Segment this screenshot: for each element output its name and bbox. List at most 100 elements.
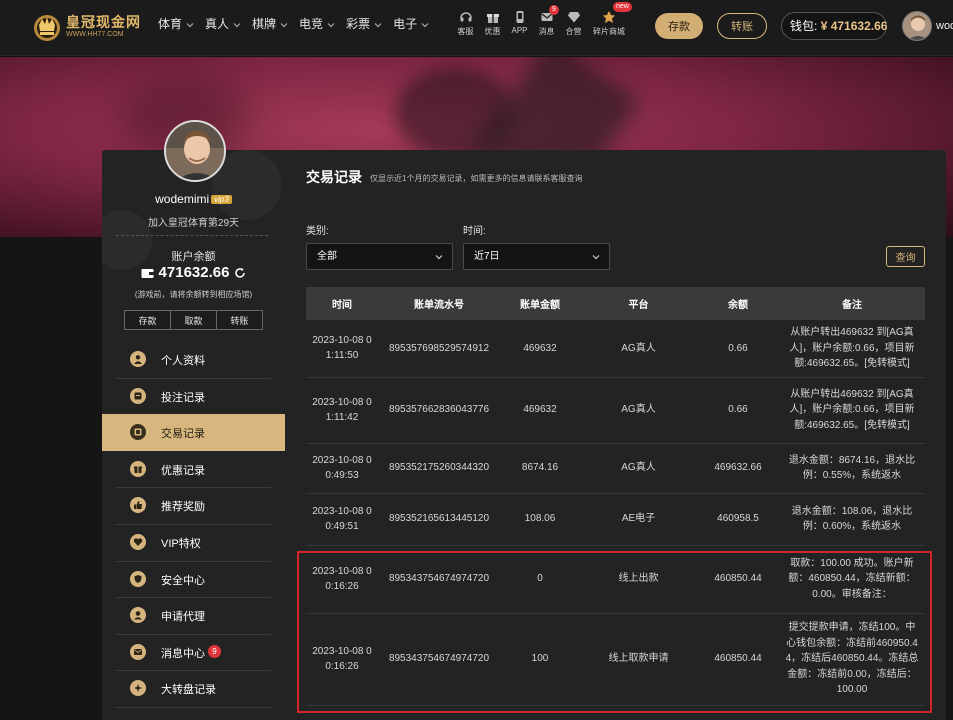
gift-icon — [130, 460, 146, 477]
cell-balance: 0.66 — [697, 377, 779, 444]
cell-platform: AG真人 — [580, 377, 697, 444]
wallet-balance[interactable]: 钱包: ¥ 471632.66 — [781, 12, 887, 40]
menu-item-agent[interactable]: 申请代理 — [102, 597, 285, 635]
quick-message[interactable]: 消息 9 — [533, 5, 560, 37]
cell-balance: 460850.44 — [697, 545, 779, 614]
profile-withdraw-button[interactable]: 取款 — [170, 310, 217, 330]
cell-note: 从账户转出469632 到[AG真人]，账户余额:0.66，项目新额:46963… — [779, 320, 925, 378]
quick-promo[interactable]: 优惠 — [479, 10, 506, 37]
transaction-table: 时间 账单流水号 账单金额 平台 余额 备注 2023-10-08 01:11:… — [306, 287, 925, 706]
menu-item-bet-records[interactable]: 投注记录 — [102, 378, 285, 416]
thumbs-up-icon — [130, 497, 146, 514]
quick-label: 消息 — [538, 27, 555, 36]
transaction-icon — [130, 424, 146, 441]
menu-item-referral[interactable]: 推荐奖励 — [102, 487, 285, 525]
menu-item-profile[interactable]: 个人资料 — [102, 341, 285, 379]
column-header: 余额 — [697, 287, 779, 320]
time-label: 时间: — [463, 226, 486, 237]
table-row: 2023-10-08 00:16:26 895343754674974720 0… — [306, 545, 925, 614]
menu-item-transactions[interactable]: 交易记录 — [102, 414, 285, 451]
crown-logo-icon — [34, 15, 60, 41]
page-title: 交易记录 — [306, 169, 362, 185]
cell-serial: 895352165613445120 — [378, 493, 500, 546]
quick-label: 合营 — [565, 27, 582, 36]
menu-label: 大转盘记录 — [161, 684, 216, 697]
time-select-value: 近7日 — [474, 251, 500, 262]
nav-item-sports[interactable]: 体育 — [158, 0, 195, 48]
brand-url: WWW.HH77.COM — [66, 31, 124, 38]
header-avatar[interactable] — [902, 11, 932, 41]
cell-amount: 8674.16 — [500, 443, 580, 494]
menu-item-promo-records[interactable]: 优惠记录 — [102, 451, 285, 489]
account-balance: 471632.66 — [102, 264, 285, 281]
query-button[interactable]: 查询 — [886, 246, 925, 267]
menu-item-wheel-records[interactable]: 大转盘记录 — [102, 670, 285, 708]
user-icon — [130, 351, 146, 367]
menu-label: 个人资料 — [161, 355, 205, 367]
nav-item-esports[interactable]: 电竞 — [299, 0, 336, 48]
nav-item-slots[interactable]: 电子 — [393, 0, 430, 48]
brand-title: 皇冠现金网 — [66, 14, 141, 30]
quick-shop[interactable]: 碎片商城 new — [587, 2, 632, 37]
menu-label: 交易记录 — [161, 428, 205, 441]
cell-serial: 895352175260344320 — [378, 443, 500, 494]
cell-time: 2023-10-08 00:49:53 — [306, 443, 378, 494]
header-username[interactable]: wodemimi — [936, 20, 953, 32]
cell-amount: 100 — [500, 613, 580, 706]
cell-balance: 460958.5 — [697, 493, 779, 546]
chevron-down-icon — [280, 22, 288, 28]
message-count-badge: 9 — [549, 5, 559, 15]
category-select[interactable]: 全部 — [306, 243, 453, 270]
cell-amount: 469632 — [500, 377, 580, 444]
chevron-down-icon — [435, 255, 443, 260]
nav-label: 棋牌 — [252, 17, 277, 31]
menu-item-messages[interactable]: 消息中心 9 — [102, 634, 285, 672]
header-transfer-button[interactable]: 转账 — [717, 13, 767, 39]
cell-serial: 895357662836043776 — [378, 377, 500, 444]
cell-serial: 895343754674974720 — [378, 545, 500, 614]
profile-transfer-button[interactable]: 转账 — [216, 310, 263, 330]
diamond-icon — [567, 12, 580, 23]
refresh-icon[interactable] — [234, 267, 246, 279]
cell-platform: 线上取款申请 — [580, 613, 697, 706]
profile-avatar[interactable] — [164, 120, 226, 182]
menu-item-security[interactable]: 安全中心 — [102, 561, 285, 599]
quick-links: 客服 优惠 APP 消息 9 合营 碎片商城 new — [452, 2, 632, 37]
vip-badge: vip3 — [211, 195, 232, 205]
menu-label: 推荐奖励 — [161, 501, 205, 514]
quick-app[interactable]: APP — [506, 10, 533, 37]
profile-deposit-button[interactable]: 存款 — [124, 310, 171, 330]
nav-item-chess[interactable]: 棋牌 — [252, 0, 289, 48]
nav-item-live[interactable]: 真人 — [205, 0, 242, 48]
time-select[interactable]: 近7日 — [463, 243, 610, 270]
account-menu: 个人资料 投注记录 交易记录 优惠记录 推荐奖励 VIP特权 安全中心 申请代理… — [102, 341, 285, 708]
header-deposit-button[interactable]: 存款 — [655, 13, 703, 39]
cell-balance: 469632.66 — [697, 443, 779, 494]
column-header: 账单金额 — [500, 287, 580, 320]
wallet-label: 钱包: — [790, 19, 818, 33]
table-row: 2023-10-08 00:16:26 895343754674974720 1… — [306, 613, 925, 706]
nav-item-lottery[interactable]: 彩票 — [346, 0, 383, 48]
balance-value: 471632.66 — [158, 264, 230, 281]
profile-action-buttons: 存款 取款 转账 — [124, 310, 263, 330]
cell-platform: AG真人 — [580, 443, 697, 494]
cell-time: 2023-10-08 00:16:26 — [306, 545, 378, 614]
table-row: 2023-10-08 01:11:50 895357698529574912 4… — [306, 320, 925, 378]
account-sidebar: wodemimi vip3 加入皇冠体育第29天 账户余额 471632.66 (… — [102, 150, 285, 720]
shop-icon — [603, 11, 615, 23]
quick-label: APP — [511, 26, 528, 35]
cell-note: 退水金额：8674.16，退水比例：0.55%，系统返水 — [779, 443, 925, 494]
wheel-icon — [130, 680, 146, 697]
quick-service[interactable]: 客服 — [452, 10, 479, 37]
menu-label: 申请代理 — [161, 611, 205, 624]
bet-record-icon — [130, 387, 146, 404]
cell-amount: 469632 — [500, 320, 580, 378]
menu-divider — [116, 706, 271, 708]
transaction-panel: 交易记录 仅显示近1个月的交易记录，如需更多的信息请联系客服查询 类别: 时间:… — [285, 150, 946, 720]
cell-amount: 108.06 — [500, 493, 580, 546]
quick-partner[interactable]: 合营 — [560, 10, 587, 37]
brand-logo[interactable]: 皇冠现金网 WWW.HH77.COM — [32, 9, 142, 47]
gift-icon — [486, 14, 499, 23]
cell-balance: 460850.44 — [697, 613, 779, 706]
menu-item-vip[interactable]: VIP特权 — [102, 524, 285, 562]
